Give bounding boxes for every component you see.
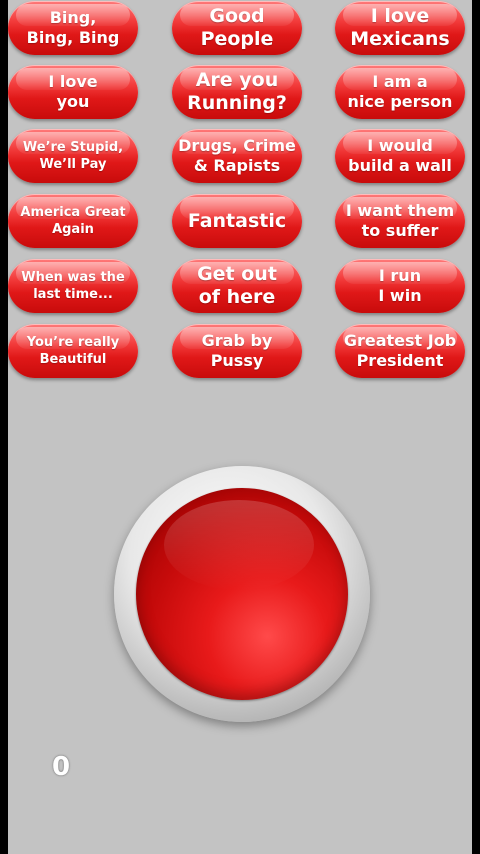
sound-button-grab-by[interactable]: Grab by Pussy: [172, 324, 302, 378]
sound-button-i-want-them-to-suffer[interactable]: I want them to suffer: [335, 194, 465, 248]
sound-button-i-would-build-a-wall[interactable]: I would build a wall: [335, 129, 465, 183]
sound-button-i-run-i-win[interactable]: I run I win: [335, 259, 465, 313]
sound-button-good-people[interactable]: Good People: [172, 1, 302, 55]
big-red-button[interactable]: [136, 488, 348, 700]
sound-button-bing-bing-bing[interactable]: Bing, Bing, Bing: [8, 1, 138, 55]
sound-button-drugs-crime-rapists[interactable]: Drugs, Crime & Rapists: [172, 129, 302, 183]
press-counter: 0: [52, 752, 71, 782]
sound-button-i-love-you[interactable]: I love you: [8, 65, 138, 119]
sound-button-get-out-of-here[interactable]: Get out of here: [172, 259, 302, 313]
sound-button-when-was-the-last-time[interactable]: When was the last time...: [8, 259, 138, 313]
sound-button-america-great-again[interactable]: America Great Again: [8, 194, 138, 248]
sound-button-were-stupid-well-pay[interactable]: We’re Stupid, We’ll Pay: [8, 129, 138, 183]
sound-button-i-love-mexicans[interactable]: I love Mexicans: [335, 1, 465, 55]
app-screen: Bing, Bing, Bing Good People I love Mexi…: [8, 0, 472, 854]
big-red-button-ring: [114, 466, 370, 722]
sound-button-are-you-running[interactable]: Are you Running?: [172, 65, 302, 119]
sound-button-i-am-a-nice-person[interactable]: I am a nice person: [335, 65, 465, 119]
sound-button-fantastic[interactable]: Fantastic: [172, 194, 302, 248]
sound-button-youre-really-beautiful[interactable]: You’re really Beautiful: [8, 324, 138, 378]
sound-button-greatest-job-president[interactable]: Greatest Job President: [335, 324, 465, 378]
